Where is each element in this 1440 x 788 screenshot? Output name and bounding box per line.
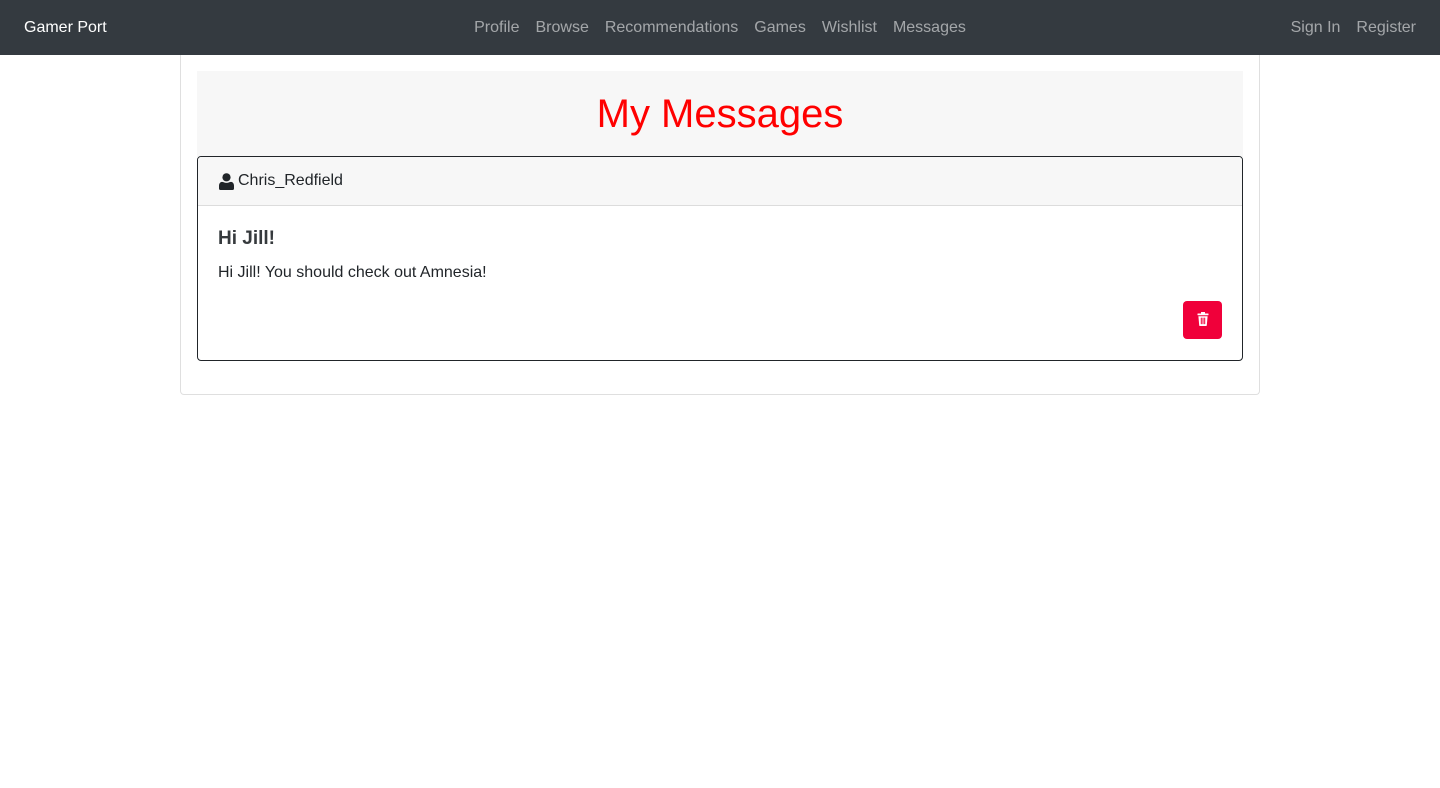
trash-icon xyxy=(1197,311,1209,329)
nav-link-wishlist[interactable]: Wishlist xyxy=(814,0,885,55)
nav-link-messages[interactable]: Messages xyxy=(885,0,974,55)
messages-container: My Messages Chris_Redfield Hi Jill! Hi J… xyxy=(180,55,1260,395)
brand-link[interactable]: Gamer Port xyxy=(24,0,107,55)
message-body: Hi Jill! Hi Jill! You should check out A… xyxy=(198,206,1242,339)
nav-link-profile[interactable]: Profile xyxy=(466,0,527,55)
nav-link-games[interactable]: Games xyxy=(746,0,814,55)
top-navbar: Gamer Port Profile Browse Recommendation… xyxy=(0,0,1440,55)
message-header: Chris_Redfield xyxy=(198,157,1242,206)
page-title: My Messages xyxy=(596,92,844,136)
sign-in-link[interactable]: Sign In xyxy=(1283,0,1349,55)
message-text: Hi Jill! You should check out Amnesia! xyxy=(218,264,487,281)
message-subject: Hi Jill! xyxy=(218,228,276,249)
main-nav: Profile Browse Recommendations Games Wis… xyxy=(0,0,1440,55)
user-icon xyxy=(218,172,234,190)
page-header: My Messages xyxy=(197,71,1243,157)
message-sender: Chris_Redfield xyxy=(238,172,343,189)
register-link[interactable]: Register xyxy=(1348,0,1424,55)
delete-message-button[interactable] xyxy=(1183,301,1222,339)
nav-link-browse[interactable]: Browse xyxy=(527,0,596,55)
auth-nav: Sign In Register xyxy=(1283,0,1424,55)
nav-link-recommendations[interactable]: Recommendations xyxy=(597,0,746,55)
message-card: Chris_Redfield Hi Jill! Hi Jill! You sho… xyxy=(197,156,1243,361)
